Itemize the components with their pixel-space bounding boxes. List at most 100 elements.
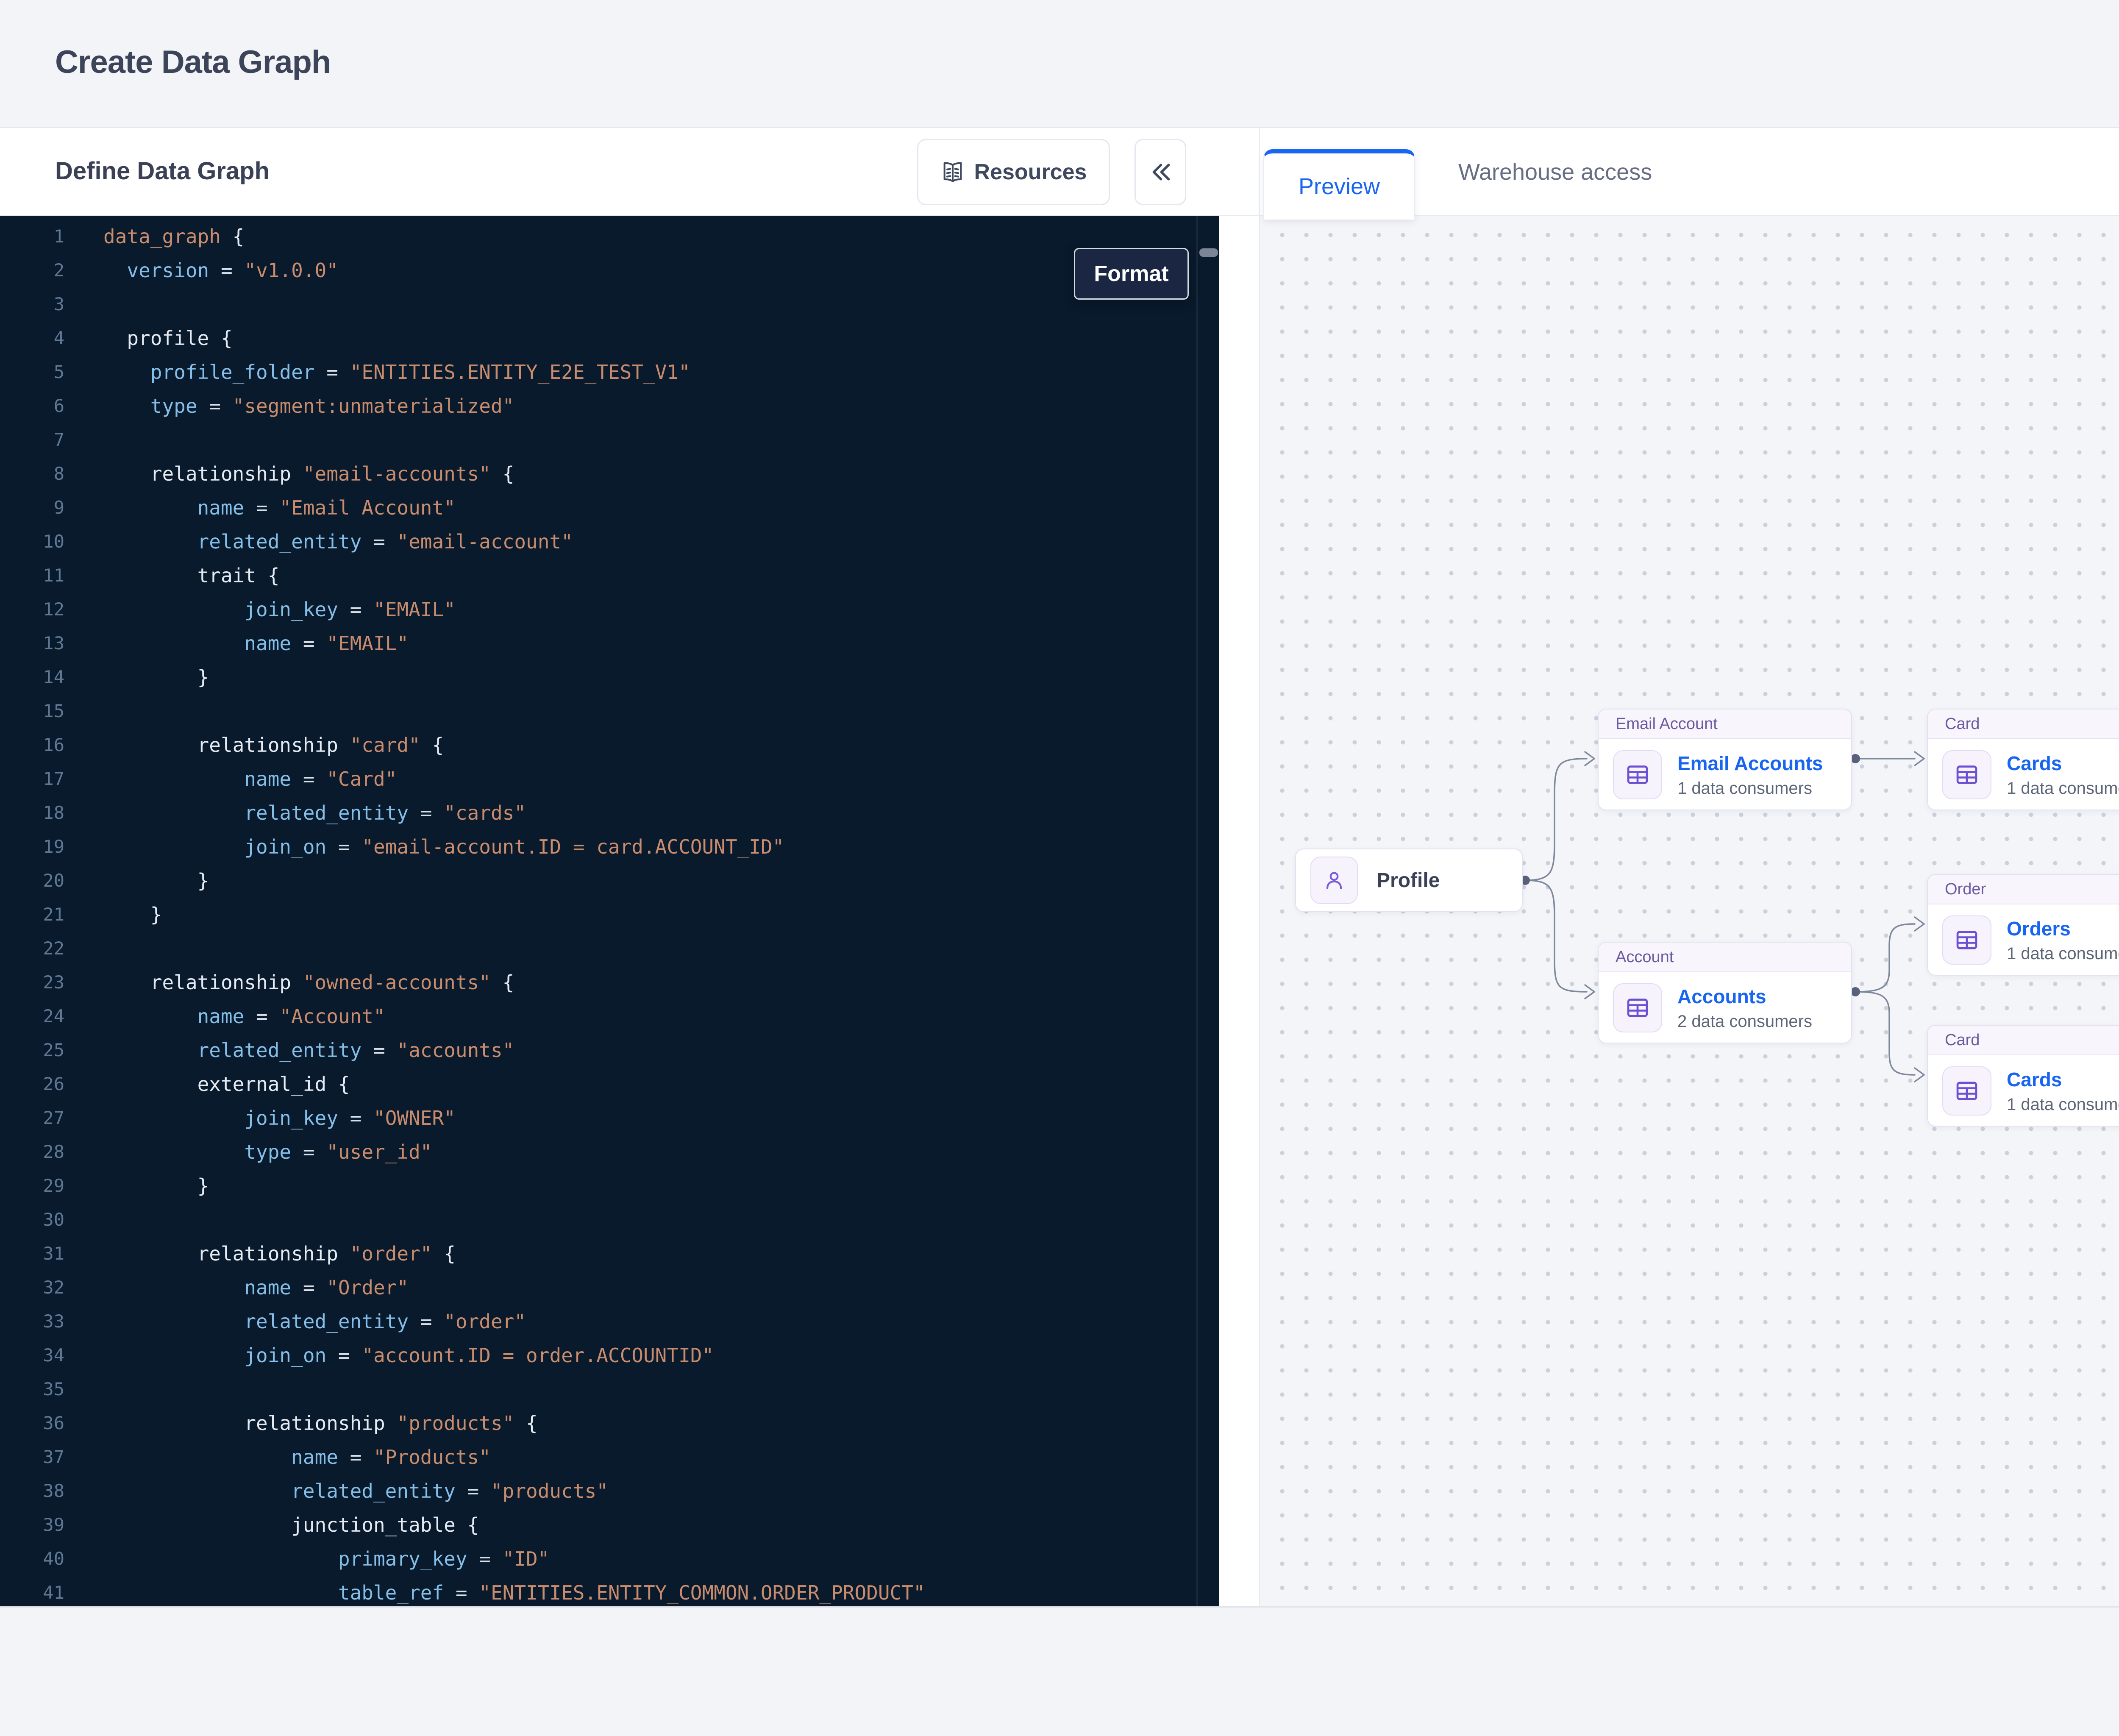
code-line[interactable]: 17 name = "Card": [0, 762, 1219, 796]
code-line[interactable]: 38 related_entity = "products": [0, 1474, 1219, 1508]
tab-warehouse-access[interactable]: Warehouse access: [1458, 128, 1652, 216]
code-line[interactable]: 34 join_on = "account.ID = order.ACCOUNT…: [0, 1338, 1219, 1372]
arrowhead-icon: [1915, 752, 1924, 765]
code-line[interactable]: 36 relationship "products" {: [0, 1406, 1219, 1440]
line-number: 31: [0, 1237, 64, 1271]
node-group-order[interactable]: Order Orders 1 data consumers: [1927, 874, 2119, 976]
code-line[interactable]: 28 type = "user_id": [0, 1135, 1219, 1169]
code-line[interactable]: 41 table_ref = "ENTITIES.ENTITY_COMMON.O…: [0, 1576, 1219, 1606]
code-line[interactable]: 26 external_id {: [0, 1067, 1219, 1101]
editor-scrollbar-track: [1196, 216, 1198, 1606]
entity-consumers: 1 data consumers: [2007, 944, 2119, 963]
code-line[interactable]: 5 profile_folder = "ENTITIES.ENTITY_E2E_…: [0, 355, 1219, 389]
line-number: 3: [0, 287, 64, 321]
line-number: 9: [0, 491, 64, 525]
node-group-email-account[interactable]: Email Account Email Accounts 1 data cons…: [1598, 709, 1852, 810]
line-number: 40: [0, 1542, 64, 1576]
code-line[interactable]: 6 type = "segment:unmaterialized": [0, 389, 1219, 423]
entity-consumers: 2 data consumers: [1677, 1012, 1812, 1031]
code-line[interactable]: 20 }: [0, 864, 1219, 898]
code-line[interactable]: 11 trait {: [0, 559, 1219, 593]
line-number: 4: [0, 321, 64, 355]
table-icon: [1942, 1066, 1991, 1116]
tab-preview[interactable]: Preview: [1263, 149, 1415, 220]
code-line[interactable]: 2 version = "v1.0.0": [0, 253, 1219, 287]
entity-link[interactable]: Cards: [2007, 1068, 2119, 1091]
code-line[interactable]: 14 }: [0, 660, 1219, 694]
line-number: 25: [0, 1033, 64, 1067]
resources-button[interactable]: Resources: [917, 139, 1110, 205]
line-number: 38: [0, 1474, 64, 1508]
code-line[interactable]: 27 join_key = "OWNER": [0, 1101, 1219, 1135]
code-line[interactable]: 40 primary_key = "ID": [0, 1542, 1219, 1576]
group-header-label: Email Account: [1599, 709, 1851, 739]
preview-canvas[interactable]: Profile Email Account Email Accounts 1 d…: [1260, 216, 2119, 1606]
edge-account-cardbottom: [1855, 992, 1915, 1075]
editor-scrollbar-thumb[interactable]: [1199, 248, 1218, 257]
node-profile[interactable]: Profile: [1295, 849, 1523, 912]
line-number: 14: [0, 660, 64, 694]
code-line[interactable]: 25 related_entity = "accounts": [0, 1033, 1219, 1067]
node-group-card-bottom[interactable]: Card Cards 1 data consumers: [1927, 1025, 2119, 1127]
code-line[interactable]: 1data_graph {: [0, 220, 1219, 253]
code-line[interactable]: 21 }: [0, 898, 1219, 932]
line-number: 13: [0, 626, 64, 660]
person-icon: [1310, 857, 1358, 904]
page-title: Create Data Graph: [55, 44, 331, 81]
editor-panel-title: Define Data Graph: [55, 157, 270, 185]
entity-consumers: 1 data consumers: [1677, 779, 1823, 798]
code-line[interactable]: 4 profile {: [0, 321, 1219, 355]
top-header: Create Data Graph Cancel: [0, 0, 2119, 128]
code-line[interactable]: 16 relationship "card" {: [0, 728, 1219, 762]
line-number: 5: [0, 355, 64, 389]
entity-link[interactable]: Cards: [2007, 752, 2119, 775]
format-button[interactable]: Format: [1074, 248, 1189, 300]
code-line[interactable]: 37 name = "Products": [0, 1440, 1219, 1474]
edge-profile-email: [1525, 759, 1587, 880]
collapse-panel-button[interactable]: [1135, 139, 1186, 205]
code-line[interactable]: 22: [0, 932, 1219, 965]
code-line[interactable]: 9 name = "Email Account": [0, 491, 1219, 525]
entity-consumers: 1 data consumer: [2007, 779, 2119, 798]
code-line[interactable]: 33 related_entity = "order": [0, 1305, 1219, 1338]
code-line[interactable]: 19 join_on = "email-account.ID = card.AC…: [0, 830, 1219, 864]
code-line[interactable]: 31 relationship "order" {: [0, 1237, 1219, 1271]
code-line[interactable]: 7: [0, 423, 1219, 457]
line-number: 1: [0, 220, 64, 253]
line-number: 12: [0, 593, 64, 626]
code-line[interactable]: 13 name = "EMAIL": [0, 626, 1219, 660]
table-icon: [1613, 750, 1662, 799]
node-group-account[interactable]: Account Accounts 2 data consumers: [1598, 942, 1852, 1043]
line-number: 8: [0, 457, 64, 491]
arrowhead-icon: [1915, 1068, 1924, 1082]
source-handle: [1851, 754, 1860, 763]
code-line[interactable]: 3: [0, 287, 1219, 321]
code-line[interactable]: 8 relationship "email-accounts" {: [0, 457, 1219, 491]
line-number: 23: [0, 965, 64, 999]
code-line[interactable]: 12 join_key = "EMAIL": [0, 593, 1219, 626]
node-group-card-top[interactable]: Card Cards 1 data consumer: [1927, 709, 2119, 810]
entity-link[interactable]: Orders: [2007, 917, 2119, 940]
code-editor[interactable]: 1data_graph {2 version = "v1.0.0"34 prof…: [0, 216, 1219, 1606]
code-lines: 1data_graph {2 version = "v1.0.0"34 prof…: [0, 220, 1219, 1606]
entity-link[interactable]: Accounts: [1677, 985, 1812, 1008]
code-line[interactable]: 24 name = "Account": [0, 999, 1219, 1033]
code-line[interactable]: 29 }: [0, 1169, 1219, 1203]
line-number: 37: [0, 1440, 64, 1474]
group-header-label: Card: [1928, 1026, 2119, 1055]
code-line[interactable]: 32 name = "Order": [0, 1271, 1219, 1305]
line-number: 6: [0, 389, 64, 423]
group-header-label: Order: [1928, 875, 2119, 904]
open-book-icon: [940, 160, 965, 184]
entity-link[interactable]: Email Accounts: [1677, 752, 1823, 775]
code-line[interactable]: 30: [0, 1203, 1219, 1237]
code-line[interactable]: 39 junction_table {: [0, 1508, 1219, 1542]
double-chevron-left-icon: [1147, 159, 1174, 185]
panel-resize-divider[interactable]: [1219, 216, 1260, 1606]
code-line[interactable]: 15: [0, 694, 1219, 728]
code-line[interactable]: 10 related_entity = "email-account": [0, 525, 1219, 559]
code-line[interactable]: 35: [0, 1372, 1219, 1406]
code-line[interactable]: 23 relationship "owned-accounts" {: [0, 965, 1219, 999]
code-line[interactable]: 18 related_entity = "cards": [0, 796, 1219, 830]
line-number: 32: [0, 1271, 64, 1305]
